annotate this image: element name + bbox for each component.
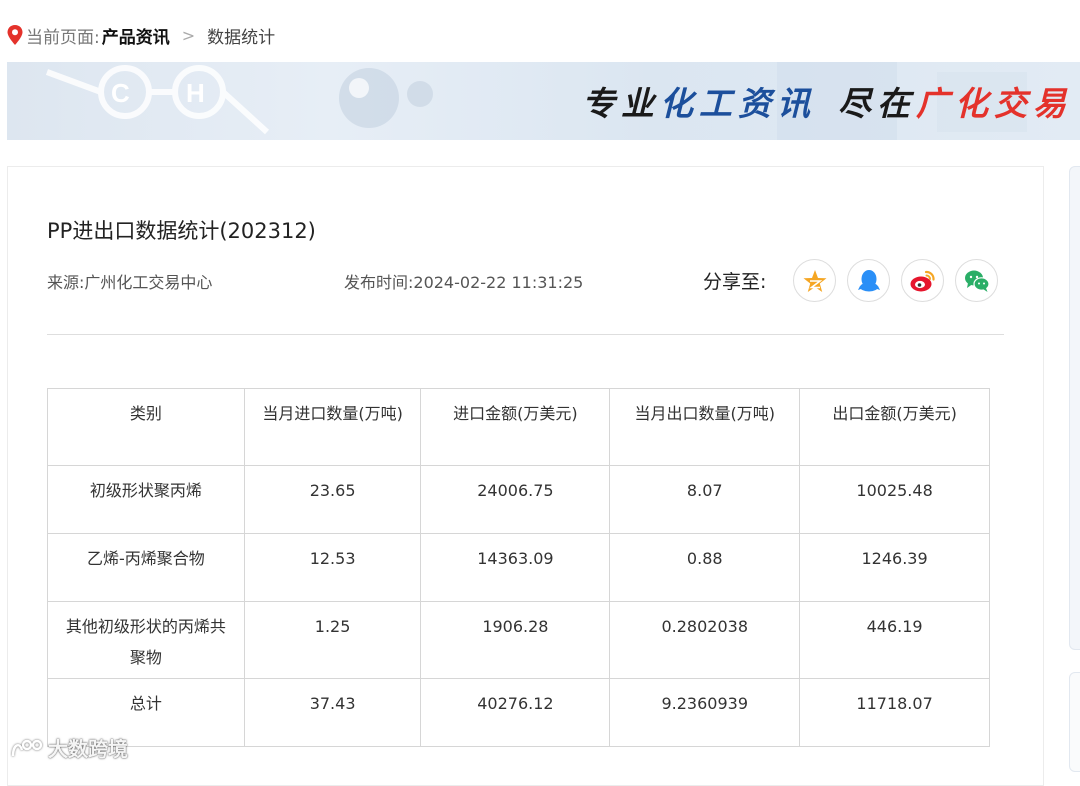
wechat-icon [964,270,990,292]
share-qq-button[interactable] [847,259,890,302]
watermark: 大数跨境 [10,733,128,762]
table-cell: 乙烯-丙烯聚合物 [47,533,245,602]
table-cell: 0.2802038 [609,601,801,679]
table-header-cell: 当月出口数量(万吨) [609,388,801,466]
table-cell: 8.07 [609,465,801,534]
share-qzone-button[interactable] [793,259,836,302]
table-row-total: 总计 37.43 40276.12 9.2360939 11718.07 [47,678,990,747]
banner-slogan-part2: 化工资讯 [660,84,816,123]
share-weibo-button[interactable] [901,259,944,302]
table-cell: 11718.07 [799,678,990,747]
table-cell: 10025.48 [799,465,990,534]
banner: C H 专业化工资讯 尽在广化交易 [7,62,1080,140]
svg-text:H: H [186,78,205,108]
breadcrumb: 当前页面: 产品资讯 > 数据统计 [6,18,275,52]
table-cell: 0.88 [609,533,801,602]
table-cell: 24006.75 [420,465,611,534]
table-cell: 其他初级形状的丙烯共聚物 [47,601,245,679]
watermark-logo-icon [11,739,43,756]
table-row: 初级形状聚丙烯 23.65 24006.75 8.07 10025.48 [47,465,990,534]
table-row: 其他初级形状的丙烯共聚物 1.25 1906.28 0.2802038 446.… [47,601,990,679]
share-wechat-button[interactable] [955,259,998,302]
table-cell: 9.2360939 [609,678,801,747]
header-divider [47,334,1004,335]
breadcrumb-section-link[interactable]: 产品资讯 [102,23,170,48]
breadcrumb-page: 数据统计 [207,27,276,48]
table-row: 乙烯-丙烯聚合物 12.53 14363.09 0.88 1246.39 [47,533,990,602]
banner-slogan-part4: 广化交易 [916,84,1072,123]
table-cell: 12.53 [243,533,422,602]
table-cell: 初级形状聚丙烯 [47,465,245,534]
table-header-row: 类别 当月进口数量(万吨) 进口金额(万美元) 当月出口数量(万吨) 出口金额(… [47,388,990,466]
sidebar-card-secondary [1069,672,1080,772]
weibo-icon [910,270,935,291]
location-pin-icon [7,25,23,45]
article-publish-time: 发布时间:2024-02-22 11:31:25 [344,273,584,292]
table-cell: 1906.28 [420,601,611,679]
table-cell: 23.65 [243,465,422,534]
table-cell: 1.25 [243,601,422,679]
table-header-cell: 当月进口数量(万吨) [243,388,422,466]
banner-slogan-part1: 专业 [582,84,660,123]
article-title: PP进出口数据统计(202312) [47,219,316,243]
table-header-cell: 出口金额(万美元) [799,388,990,466]
table-cell: 37.43 [243,678,422,747]
breadcrumb-separator: > [181,25,196,45]
table-cell: 1246.39 [799,533,990,602]
table-cell: 14363.09 [420,533,611,602]
qq-penguin-icon [857,269,880,291]
banner-slogan: 专业化工资讯 尽在广化交易 [582,77,1072,125]
article-source: 来源:广州化工交易中心 [47,273,213,292]
watermark-text: 大数跨境 [48,737,128,761]
banner-slogan-part3: 尽在 [838,84,916,123]
table-header-cell: 进口金额(万美元) [420,388,611,466]
breadcrumb-current-label: 当前页面: [26,27,100,48]
svg-text:C: C [111,78,130,108]
table-cell: 446.19 [799,601,990,679]
data-table: 类别 当月进口数量(万吨) 进口金额(万美元) 当月出口数量(万吨) 出口金额(… [47,388,990,747]
share-label: 分享至: [703,271,767,293]
table-header-cell: 类别 [47,388,245,466]
sidebar-card [1069,166,1080,650]
qzone-star-icon [803,269,826,292]
table-cell: 40276.12 [420,678,611,747]
